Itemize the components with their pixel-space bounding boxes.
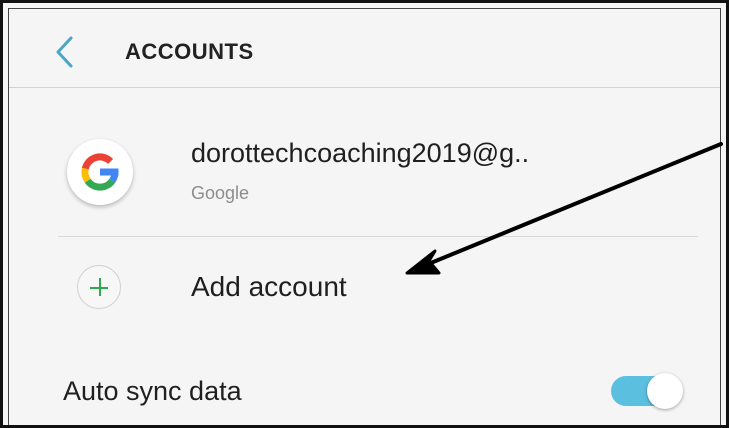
account-email: dorottechcoaching2019@g.. xyxy=(191,138,530,168)
add-account-button[interactable]: Add account xyxy=(9,241,720,333)
page-title: ACCOUNTS xyxy=(125,39,254,64)
row-divider xyxy=(58,236,698,237)
plus-icon xyxy=(77,265,121,309)
accounts-screen: ACCOUNTS dorottechcoaching2019@g.. Googl… xyxy=(0,0,729,428)
account-provider: Google xyxy=(191,183,250,203)
account-row-google[interactable]: dorottechcoaching2019@g.. Google xyxy=(9,98,720,228)
chevron-left-icon[interactable] xyxy=(51,35,79,69)
google-icon xyxy=(67,139,133,205)
add-account-label: Add account xyxy=(191,271,347,302)
auto-sync-row: Auto sync data xyxy=(9,348,720,425)
app-bar: ACCOUNTS xyxy=(9,9,720,87)
toggle-knob xyxy=(647,373,683,409)
auto-sync-toggle[interactable] xyxy=(607,370,683,410)
header-divider xyxy=(9,87,720,88)
auto-sync-label: Auto sync data xyxy=(63,376,242,406)
